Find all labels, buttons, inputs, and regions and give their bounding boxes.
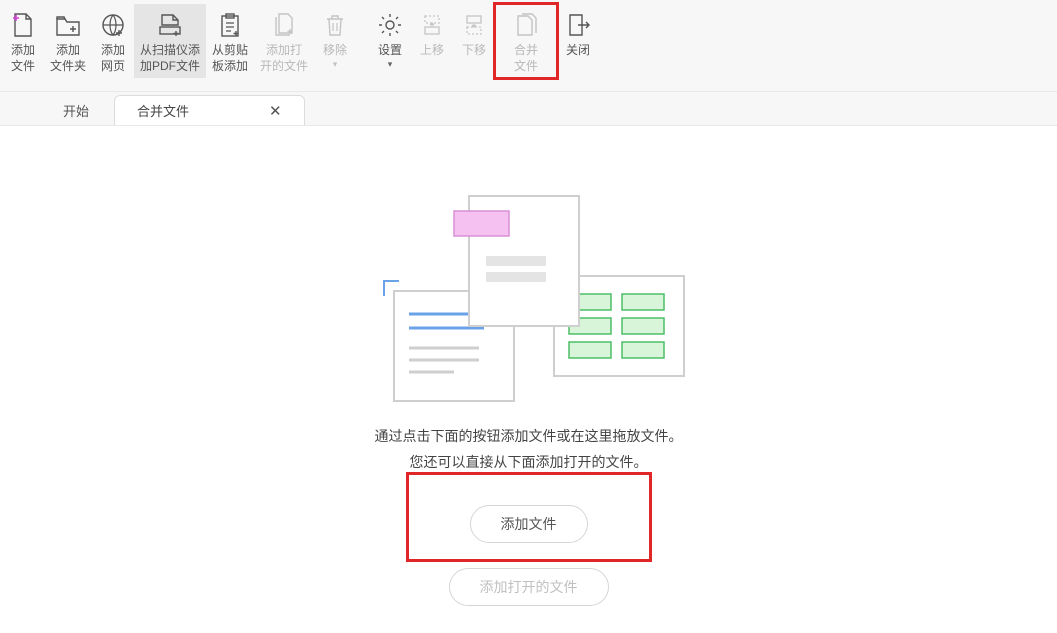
merge-files-button: 合并 文件 [495, 4, 557, 78]
add-clipboard-button[interactable]: 从剪贴 板添加 [206, 4, 254, 78]
add-opened-button: 添加打 开的文件 [254, 4, 314, 78]
move-up-label: 上移 [420, 42, 444, 58]
move-down-icon [460, 10, 488, 40]
remove-button: 移除 ▾ [314, 4, 356, 78]
tab-merge-files[interactable]: 合并文件 ✕ [114, 95, 305, 125]
highlight-box: 添加文件 [406, 472, 652, 562]
add-web-label: 添加 网页 [101, 42, 125, 74]
add-scanner-button[interactable]: 从扫描仪添 加PDF文件 [134, 4, 206, 78]
move-down-label: 下移 [462, 42, 486, 58]
add-clipboard-label: 从剪贴 板添加 [212, 42, 248, 74]
add-file-button[interactable]: 添加 文件 [2, 4, 44, 78]
close-button[interactable]: 关闭 [557, 4, 599, 78]
move-up-icon [418, 10, 446, 40]
move-down-button: 下移 [453, 4, 495, 78]
exit-icon [564, 10, 592, 40]
toolbar: 添加 文件 添加 文件夹 添加 网页 [0, 0, 1057, 92]
close-label: 关闭 [566, 42, 590, 58]
document-plus-icon [9, 10, 37, 40]
empty-state-line1: 通过点击下面的按钮添加文件或在这里拖放文件。 [279, 426, 779, 446]
folder-plus-icon [54, 10, 82, 40]
close-icon[interactable]: ✕ [269, 102, 282, 120]
toolbar-group-actions: 设置 ▾ 上移 下移 [369, 4, 599, 78]
toolbar-group-add: 添加 文件 添加 文件夹 添加 网页 [2, 4, 356, 78]
add-scanner-label: 从扫描仪添 加PDF文件 [140, 42, 200, 74]
add-opened-label: 添加打 开的文件 [260, 42, 308, 74]
tab-start-label: 开始 [63, 101, 89, 120]
document-stack-plus-icon [270, 10, 298, 40]
empty-state-buttons: 添加文件 添加打开的文件 [406, 472, 652, 606]
clipboard-plus-icon [216, 10, 244, 40]
empty-state-message: 通过点击下面的按钮添加文件或在这里拖放文件。 您还可以直接从下面添加打开的文件。 [279, 426, 779, 472]
trash-icon [321, 10, 349, 40]
add-file-pill-button[interactable]: 添加文件 [470, 505, 588, 543]
tab-start[interactable]: 开始 [40, 95, 112, 125]
chevron-down-icon: ▾ [333, 59, 338, 69]
main-content: 通过点击下面的按钮添加文件或在这里拖放文件。 您还可以直接从下面添加打开的文件。… [0, 126, 1057, 633]
chevron-down-icon: ▾ [388, 59, 393, 69]
empty-state-line2: 您还可以直接从下面添加打开的文件。 [279, 452, 779, 472]
tab-merge-label: 合并文件 [137, 101, 189, 120]
merge-documents-icon [512, 10, 540, 40]
add-web-button[interactable]: 添加 网页 [92, 4, 134, 78]
settings-label: 设置 [378, 42, 402, 58]
merge-files-label: 合并 文件 [514, 42, 538, 74]
gear-icon [376, 10, 404, 40]
move-up-button: 上移 [411, 4, 453, 78]
add-folder-button[interactable]: 添加 文件夹 [44, 4, 92, 78]
illustration-empty-state [364, 166, 694, 406]
tab-bar: 开始 合并文件 ✕ [0, 92, 1057, 126]
globe-plus-icon [99, 10, 127, 40]
add-folder-label: 添加 文件夹 [50, 42, 86, 74]
add-file-label: 添加 文件 [11, 42, 35, 74]
settings-button[interactable]: 设置 ▾ [369, 4, 411, 78]
scanner-plus-icon [156, 10, 184, 40]
add-opened-pill-button: 添加打开的文件 [449, 568, 609, 606]
remove-label: 移除 [323, 42, 347, 58]
